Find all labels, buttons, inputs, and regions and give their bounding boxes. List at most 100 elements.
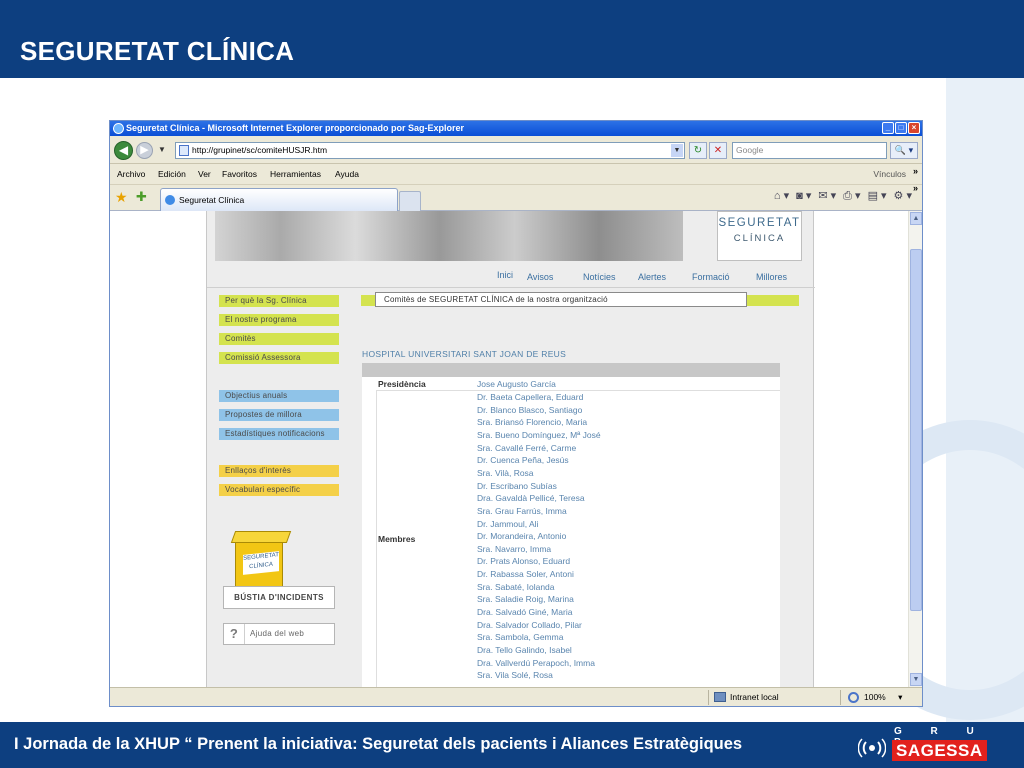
search-button[interactable]: 🔍 ▾ <box>890 142 918 159</box>
mailbox-icon[interactable]: SEGURETAT CLÍNICA <box>230 529 293 594</box>
member-item: Dra. Tello Galindo, Isabel <box>477 645 572 655</box>
bustia-incidents-button[interactable]: BÚSTIA D'INCIDENTS <box>223 586 335 609</box>
zoom-dropdown-icon[interactable]: ▾ <box>898 692 902 702</box>
address-dropdown[interactable]: ▼ <box>671 144 683 157</box>
member-item: Dra. Salvadó Giné, Maria <box>477 607 573 618</box>
hospital-title: HOSPITAL UNIVERSITARI SANT JOAN DE REUS <box>362 349 567 359</box>
favorites-star-icon[interactable]: ★ <box>115 189 128 206</box>
member-item: Dr. Morandeira, Antonio <box>477 531 567 542</box>
member-item: Dr. Jammoul, Ali <box>477 518 539 529</box>
slide-title: SEGURETAT CLÍNICA <box>20 36 295 66</box>
tools-gear-icon[interactable]: ⚙ ▾ <box>894 189 912 203</box>
zoom-icon <box>848 692 859 703</box>
ajuda-web-button[interactable]: ? Ajuda del web <box>223 623 335 645</box>
help-icon: ? <box>224 624 245 644</box>
web-page: SEGURETAT CLÍNICA Inici Avisos Notícies … <box>206 211 815 687</box>
search-input[interactable]: Google <box>732 142 887 159</box>
member-item: Dra. Salvador Collado, Pilar <box>477 619 582 630</box>
address-value: http://grupinet/sc/comiteHUSJR.htm <box>192 145 328 155</box>
vertical-scrollbar[interactable]: ▲ ▼ <box>908 211 922 687</box>
sagessa-mark-icon <box>858 738 886 758</box>
sidebar-objectius[interactable]: Objectius anuals <box>219 390 339 402</box>
sagessa-logo: G R U P SAGESSA <box>858 726 1000 764</box>
sidebar-vocabulari[interactable]: Vocabulari específic <box>219 484 339 496</box>
browser-window: Seguretat Clínica - Microsoft Internet E… <box>109 120 923 707</box>
menu-favoritos[interactable]: Favoritos <box>222 164 257 185</box>
sidebar-enllacos[interactable]: Enllaços d'interès <box>219 465 339 477</box>
sidebar-per-que[interactable]: Per què la Sg. Clínica <box>219 295 339 307</box>
sidebar-propostes[interactable]: Propostes de millora <box>219 409 339 421</box>
logo-line1: SEGURETAT <box>718 217 801 229</box>
refresh-button[interactable]: ↻ <box>689 142 707 159</box>
tab-page-icon <box>165 195 175 205</box>
tab-label: Seguretat Clínica <box>179 195 245 205</box>
member-item: Sra. Vilà, Rosa <box>477 467 534 478</box>
home-icon[interactable]: ⌂ ▾ <box>774 189 789 203</box>
menu-archivo[interactable]: Archivo <box>117 164 145 185</box>
member-item: Sra. Navarro, Imma <box>477 543 552 554</box>
sidebar-programa[interactable]: El nostre programa <box>219 314 339 326</box>
mail-icon[interactable]: ✉ ▾ <box>818 189 836 203</box>
nav-alertes[interactable]: Alertes <box>638 272 666 282</box>
address-input[interactable]: http://grupinet/sc/comiteHUSJR.htm ▼ <box>175 142 685 159</box>
presidencia-value[interactable]: Jose Augusto García <box>477 379 556 389</box>
page-icon <box>179 145 189 156</box>
links-label[interactable]: Vínculos <box>873 164 906 185</box>
zoom-value: 100% <box>864 692 886 702</box>
member-item: Sra. Grau Farrús, Imma <box>477 505 567 516</box>
menu-bar: Archivo Edición Ver Favoritos Herramient… <box>110 164 922 185</box>
menu-ver[interactable]: Ver <box>198 164 211 185</box>
nav-divider <box>207 287 815 288</box>
tab-bar: ★ ✚ Seguretat Clínica ⌂ ▾ ◙ ▾ ✉ ▾ ⎙ ▾ ▤ … <box>110 183 922 211</box>
links-chevron-icon[interactable]: » <box>913 161 918 182</box>
member-item: Sra. Cavallé Ferré, Carme <box>477 442 577 453</box>
close-button[interactable]: × <box>908 122 920 134</box>
menu-edicion[interactable]: Edición <box>158 164 186 185</box>
seguretat-clinica-logo[interactable]: SEGURETAT CLÍNICA <box>717 211 802 261</box>
page-menu-icon[interactable]: ▤ ▾ <box>868 189 887 203</box>
presidencia-label: Presidència <box>378 379 426 389</box>
menu-ayuda[interactable]: Ayuda <box>335 164 359 185</box>
nav-formacio[interactable]: Formació <box>692 272 730 282</box>
member-item: Dr. Blanco Blasco, Santiago <box>477 404 583 415</box>
history-dropdown[interactable]: ▼ <box>158 145 166 154</box>
member-item: Dr. Rabassa Soler, Antoni <box>477 569 574 580</box>
menu-herramientas[interactable]: Herramientas <box>270 164 321 185</box>
back-button[interactable]: ◀ <box>114 141 133 160</box>
site-nav: Inici Avisos Notícies Alertes Formació M… <box>497 270 807 286</box>
stop-button[interactable]: ✕ <box>709 142 727 159</box>
intranet-icon <box>714 692 726 702</box>
member-item: Sra. Bueno Domínguez, Mª José <box>477 429 601 440</box>
member-item: Dra. Vallverdú Perapoch, Imma <box>477 657 595 668</box>
nav-noticies[interactable]: Notícies <box>583 272 616 282</box>
command-bar: ⌂ ▾ ◙ ▾ ✉ ▾ ⎙ ▾ ▤ ▾ ⚙ ▾ <box>774 189 912 203</box>
scroll-down-icon[interactable]: ▼ <box>910 673 922 686</box>
scroll-up-icon[interactable]: ▲ <box>910 212 922 225</box>
ie-icon <box>113 123 124 134</box>
membres-label: Membres <box>378 534 416 544</box>
sidebar-comissio[interactable]: Comissió Assessora <box>219 352 339 364</box>
zoom-control[interactable]: 100% ▾ <box>848 688 902 706</box>
member-item: Dr. Prats Alonso, Eduard <box>477 556 571 567</box>
print-icon[interactable]: ⎙ ▾ <box>843 189 860 203</box>
maximize-button[interactable]: □ <box>895 122 907 134</box>
command-chevron-icon[interactable]: » <box>913 183 918 193</box>
scroll-thumb[interactable] <box>910 249 922 611</box>
member-item: Sra. Briansó Florencio, Maria <box>477 417 588 428</box>
new-tab-button[interactable] <box>399 191 421 211</box>
nav-avisos[interactable]: Avisos <box>527 272 553 282</box>
window-titlebar[interactable]: Seguretat Clínica - Microsoft Internet E… <box>110 121 922 136</box>
add-favorite-icon[interactable]: ✚ <box>136 189 147 205</box>
comites-heading: Comitès de SEGURETAT CLÍNICA de la nostr… <box>375 292 747 307</box>
nav-inici[interactable]: Inici <box>497 270 513 280</box>
sidebar-comites[interactable]: Comitès <box>219 333 339 345</box>
tab-seguretat-clinica[interactable]: Seguretat Clínica <box>160 188 398 211</box>
member-item: Sra. Saladie Roig, Marina <box>477 594 574 605</box>
committee-table: Presidència Jose Augusto García Membres … <box>362 377 780 687</box>
member-item: Dr. Baeta Capellera, Eduard <box>477 392 584 402</box>
forward-button[interactable]: ▶ <box>136 142 153 159</box>
minimize-button[interactable]: _ <box>882 122 894 134</box>
feeds-icon[interactable]: ◙ ▾ <box>796 189 811 203</box>
sidebar-estadistiques[interactable]: Estadístiques notificacions <box>219 428 339 440</box>
nav-millores[interactable]: Millores <box>756 272 787 282</box>
